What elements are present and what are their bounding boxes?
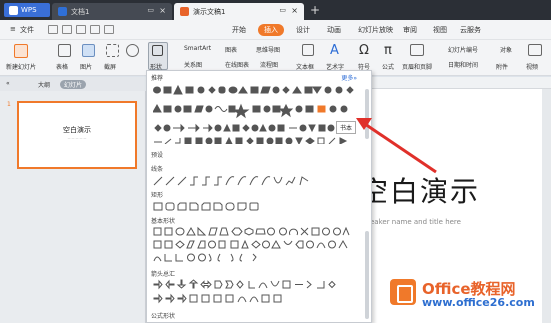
shapes-icon [152,45,163,56]
section-arrows: 箭头总汇 [151,271,176,278]
textbox-icon[interactable] [302,44,314,56]
pi-icon[interactable]: π [384,43,392,58]
arrow-shapes[interactable] [153,279,358,305]
screenshot-icon[interactable] [106,44,119,57]
tab-slides[interactable]: 幻灯片 [60,80,87,89]
app-name: WPS [21,6,37,14]
slide-title[interactable]: 空白演示 [360,170,480,210]
section-equation-shapes: 公式形状 [151,313,176,320]
menu-view[interactable]: 视图 [433,25,447,35]
section-preset: 预设 [151,152,164,159]
formula-button[interactable]: 公式 [382,62,394,71]
menu-design[interactable]: 设计 [296,25,310,35]
ppt-icon [180,7,189,16]
slide-number-button[interactable]: 幻灯片编号 [448,45,478,54]
recommended-header: 推荐 [151,75,164,82]
mindmap-button[interactable]: 思维导图 [256,45,280,54]
more-link[interactable]: 更多» [341,73,357,82]
slide-thumbnail[interactable]: 空白演示 — — — — — [17,101,137,169]
wordart-icon[interactable]: A [330,43,342,58]
hamburger-icon[interactable]: ≡ [10,25,16,33]
collapse-icon[interactable]: « [6,80,10,87]
chart-button[interactable]: 图表 [225,45,237,54]
recommended-shapes[interactable] [153,84,358,144]
flowchart-button[interactable]: 流程图 [260,60,278,69]
menu-insert[interactable]: 插入 [258,24,284,36]
rectangle-shapes[interactable] [153,201,358,213]
menu-bar: ≡ 文件 开始 插入 设计 动画 幻灯片放映 审阅 视图 云服务 [0,20,551,40]
tab-document-label: 文档1 [71,7,90,16]
slide-number: 1 [7,101,11,108]
smartart-button[interactable]: SmartArt [184,45,211,52]
section-rectangles: 矩形 [151,192,164,199]
new-tab-button[interactable]: + [310,3,320,17]
section-basic-shapes: 基本形状 [151,218,176,225]
new-slide-button[interactable]: 新建幻灯片 [6,62,36,71]
office-logo-icon [390,279,416,305]
redo-icon[interactable] [104,25,114,34]
media-icon[interactable] [126,44,139,57]
tab-document[interactable]: 文档1 ▭ × [52,3,172,20]
watermark: Office教程网 www.office26.com [390,276,550,316]
omega-icon[interactable]: Ω [359,43,369,58]
header-footer-button[interactable]: 页眉和页脚 [402,62,432,71]
slide-panel: « 大纲 幻灯片 1 空白演示 — — — — — [0,77,146,323]
video-icon[interactable] [528,44,542,56]
table-button[interactable]: 表格 [56,62,68,71]
lines-shapes[interactable] [153,175,358,187]
screenshot-button[interactable]: 截屏 [104,62,116,71]
relation-button[interactable]: 关系图 [184,60,202,69]
slide-subtitle[interactable]: eaker name and title here [370,218,461,226]
monitor-icon[interactable]: ▭ [279,6,286,14]
online-chart-button[interactable]: 在线图表 [225,60,249,69]
shapes-dropdown: 推荐 更多» 预设 线条 矩形 基本形状 箭头总汇 公式形状 [146,70,372,323]
thumb-subtitle: — — — — — [67,136,87,140]
shapes-scrollbar[interactable] [365,231,369,319]
tab-outline[interactable]: 大纲 [38,80,50,89]
table-icon[interactable] [58,44,71,57]
save-icon[interactable] [48,25,58,34]
header-footer-icon[interactable] [410,44,424,56]
tab-presentation[interactable]: 演示文稿1 ▭ × [174,3,304,20]
menu-file[interactable]: 文件 [20,25,34,35]
tab-presentation-label: 演示文稿1 [193,7,226,16]
shape-tooltip: 书本 [336,121,357,134]
doc-icon [58,7,67,16]
preview-icon[interactable] [76,25,86,34]
menu-slideshow[interactable]: 幻灯片放映 [358,25,393,35]
picture-button[interactable]: 图片 [80,62,92,71]
recommended-scrollbar[interactable] [365,89,369,139]
wps-logo-icon [9,5,18,15]
basic-shapes[interactable] [153,226,358,266]
datetime-button[interactable]: 日期和时间 [448,60,478,69]
picture-icon[interactable] [82,44,95,57]
print-icon[interactable] [62,25,72,34]
wps-menu-button[interactable]: WPS [4,3,50,17]
new-slide-icon[interactable] [14,44,28,58]
menu-animation[interactable]: 动画 [327,25,341,35]
video-button[interactable]: 视频 [526,62,538,71]
close-tab-icon[interactable]: × [159,6,166,15]
watermark-line2: www.office26.com [422,296,535,309]
thumb-title: 空白演示 [63,126,91,134]
attachment-button[interactable]: 附件 [496,62,508,71]
object-button[interactable]: 对象 [500,45,512,54]
section-lines: 线条 [151,166,164,173]
menu-review[interactable]: 审阅 [403,25,417,35]
undo-icon[interactable] [90,25,100,34]
close-tab-icon[interactable]: × [291,6,298,15]
monitor-icon[interactable]: ▭ [147,6,154,14]
menu-home[interactable]: 开始 [232,25,246,35]
slide-panel-tabs: « 大纲 幻灯片 [0,77,146,91]
title-bar: WPS 文档1 ▭ × 演示文稿1 ▭ × + [0,0,551,20]
menu-cloud[interactable]: 云服务 [460,25,481,35]
